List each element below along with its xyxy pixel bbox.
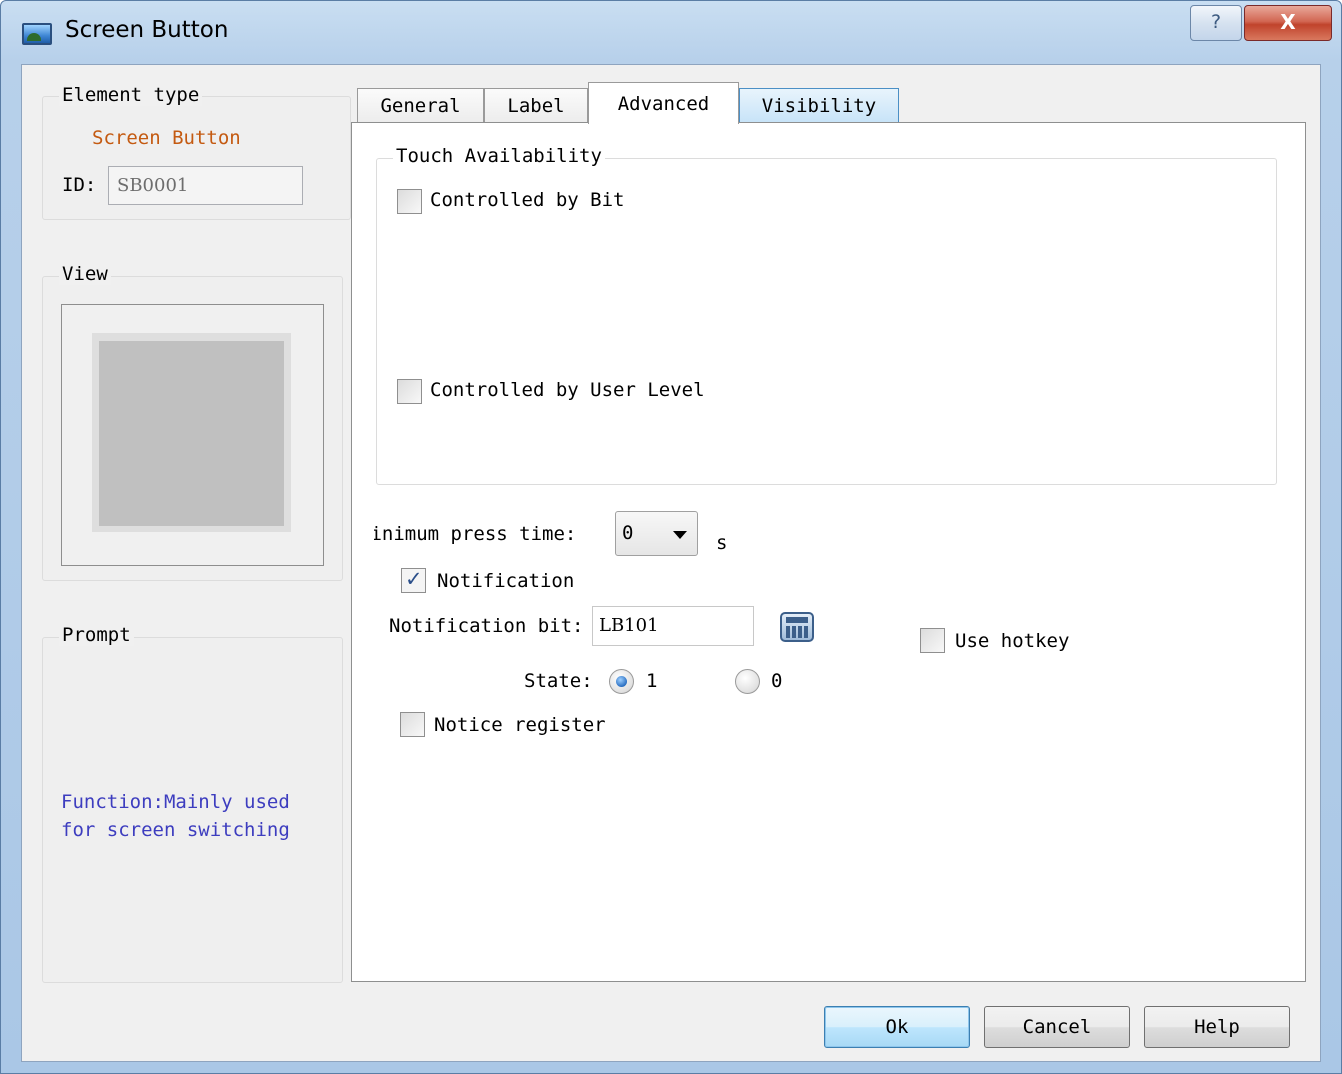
- screen-button-app-icon: [22, 23, 52, 45]
- cancel-button[interactable]: Cancel: [984, 1006, 1130, 1048]
- view-preview-button: [99, 341, 284, 526]
- close-button[interactable]: X: [1244, 5, 1332, 41]
- notification-bit-label: Notification bit:: [389, 615, 584, 637]
- notification-checkbox[interactable]: [401, 567, 426, 593]
- touch-availability-title: Touch Availability: [393, 145, 605, 167]
- notice-register-checkbox[interactable]: [400, 712, 425, 737]
- minimum-press-time-label: Minimum press time:: [374, 523, 577, 545]
- tab-general[interactable]: General: [357, 88, 484, 123]
- use-hotkey-label[interactable]: Use hotkey: [955, 630, 1069, 652]
- view-group-title: View: [59, 263, 111, 285]
- state-label: State:: [524, 670, 593, 692]
- title-bar[interactable]: Screen Button ? X: [1, 1, 1341, 65]
- controlled-by-bit-checkbox[interactable]: [397, 189, 422, 214]
- tab-visibility[interactable]: Visibility: [739, 88, 899, 123]
- state-1-radio[interactable]: [609, 669, 634, 694]
- tab-label[interactable]: Label: [484, 88, 588, 123]
- help-question-button[interactable]: ?: [1190, 5, 1242, 41]
- controlled-by-bit-label[interactable]: Controlled by Bit: [430, 189, 624, 211]
- ok-button[interactable]: Ok: [824, 1006, 970, 1048]
- help-button[interactable]: Help: [1144, 1006, 1290, 1048]
- notification-label[interactable]: Notification: [437, 570, 574, 592]
- element-type-value: Screen Button: [92, 127, 241, 149]
- controlled-by-user-level-label[interactable]: Controlled by User Level: [430, 379, 705, 401]
- minimum-press-time-unit: s: [716, 532, 728, 554]
- id-label: ID:: [62, 174, 97, 196]
- prompt-group-title: Prompt: [59, 624, 134, 646]
- state-0-label[interactable]: 0: [771, 670, 782, 692]
- minimum-press-time-dropdown[interactable]: 0: [615, 511, 698, 556]
- element-type-group-title: Element type: [59, 84, 203, 106]
- minimum-press-time-value: 0: [622, 522, 634, 544]
- state-1-label[interactable]: 1: [646, 670, 657, 692]
- prompt-text: Function:Mainly used for screen switchin…: [61, 791, 290, 841]
- notification-bit-input[interactable]: LB101: [592, 606, 754, 646]
- calculator-icon[interactable]: [780, 612, 814, 642]
- window-title: Screen Button: [65, 17, 229, 43]
- id-field[interactable]: SB0001: [108, 166, 303, 205]
- notice-register-label[interactable]: Notice register: [434, 714, 606, 736]
- state-0-radio[interactable]: [735, 669, 760, 694]
- chevron-down-icon: [673, 531, 687, 539]
- controlled-by-user-level-checkbox[interactable]: [397, 379, 422, 404]
- use-hotkey-checkbox[interactable]: [920, 628, 945, 653]
- tab-advanced[interactable]: Advanced: [588, 82, 739, 124]
